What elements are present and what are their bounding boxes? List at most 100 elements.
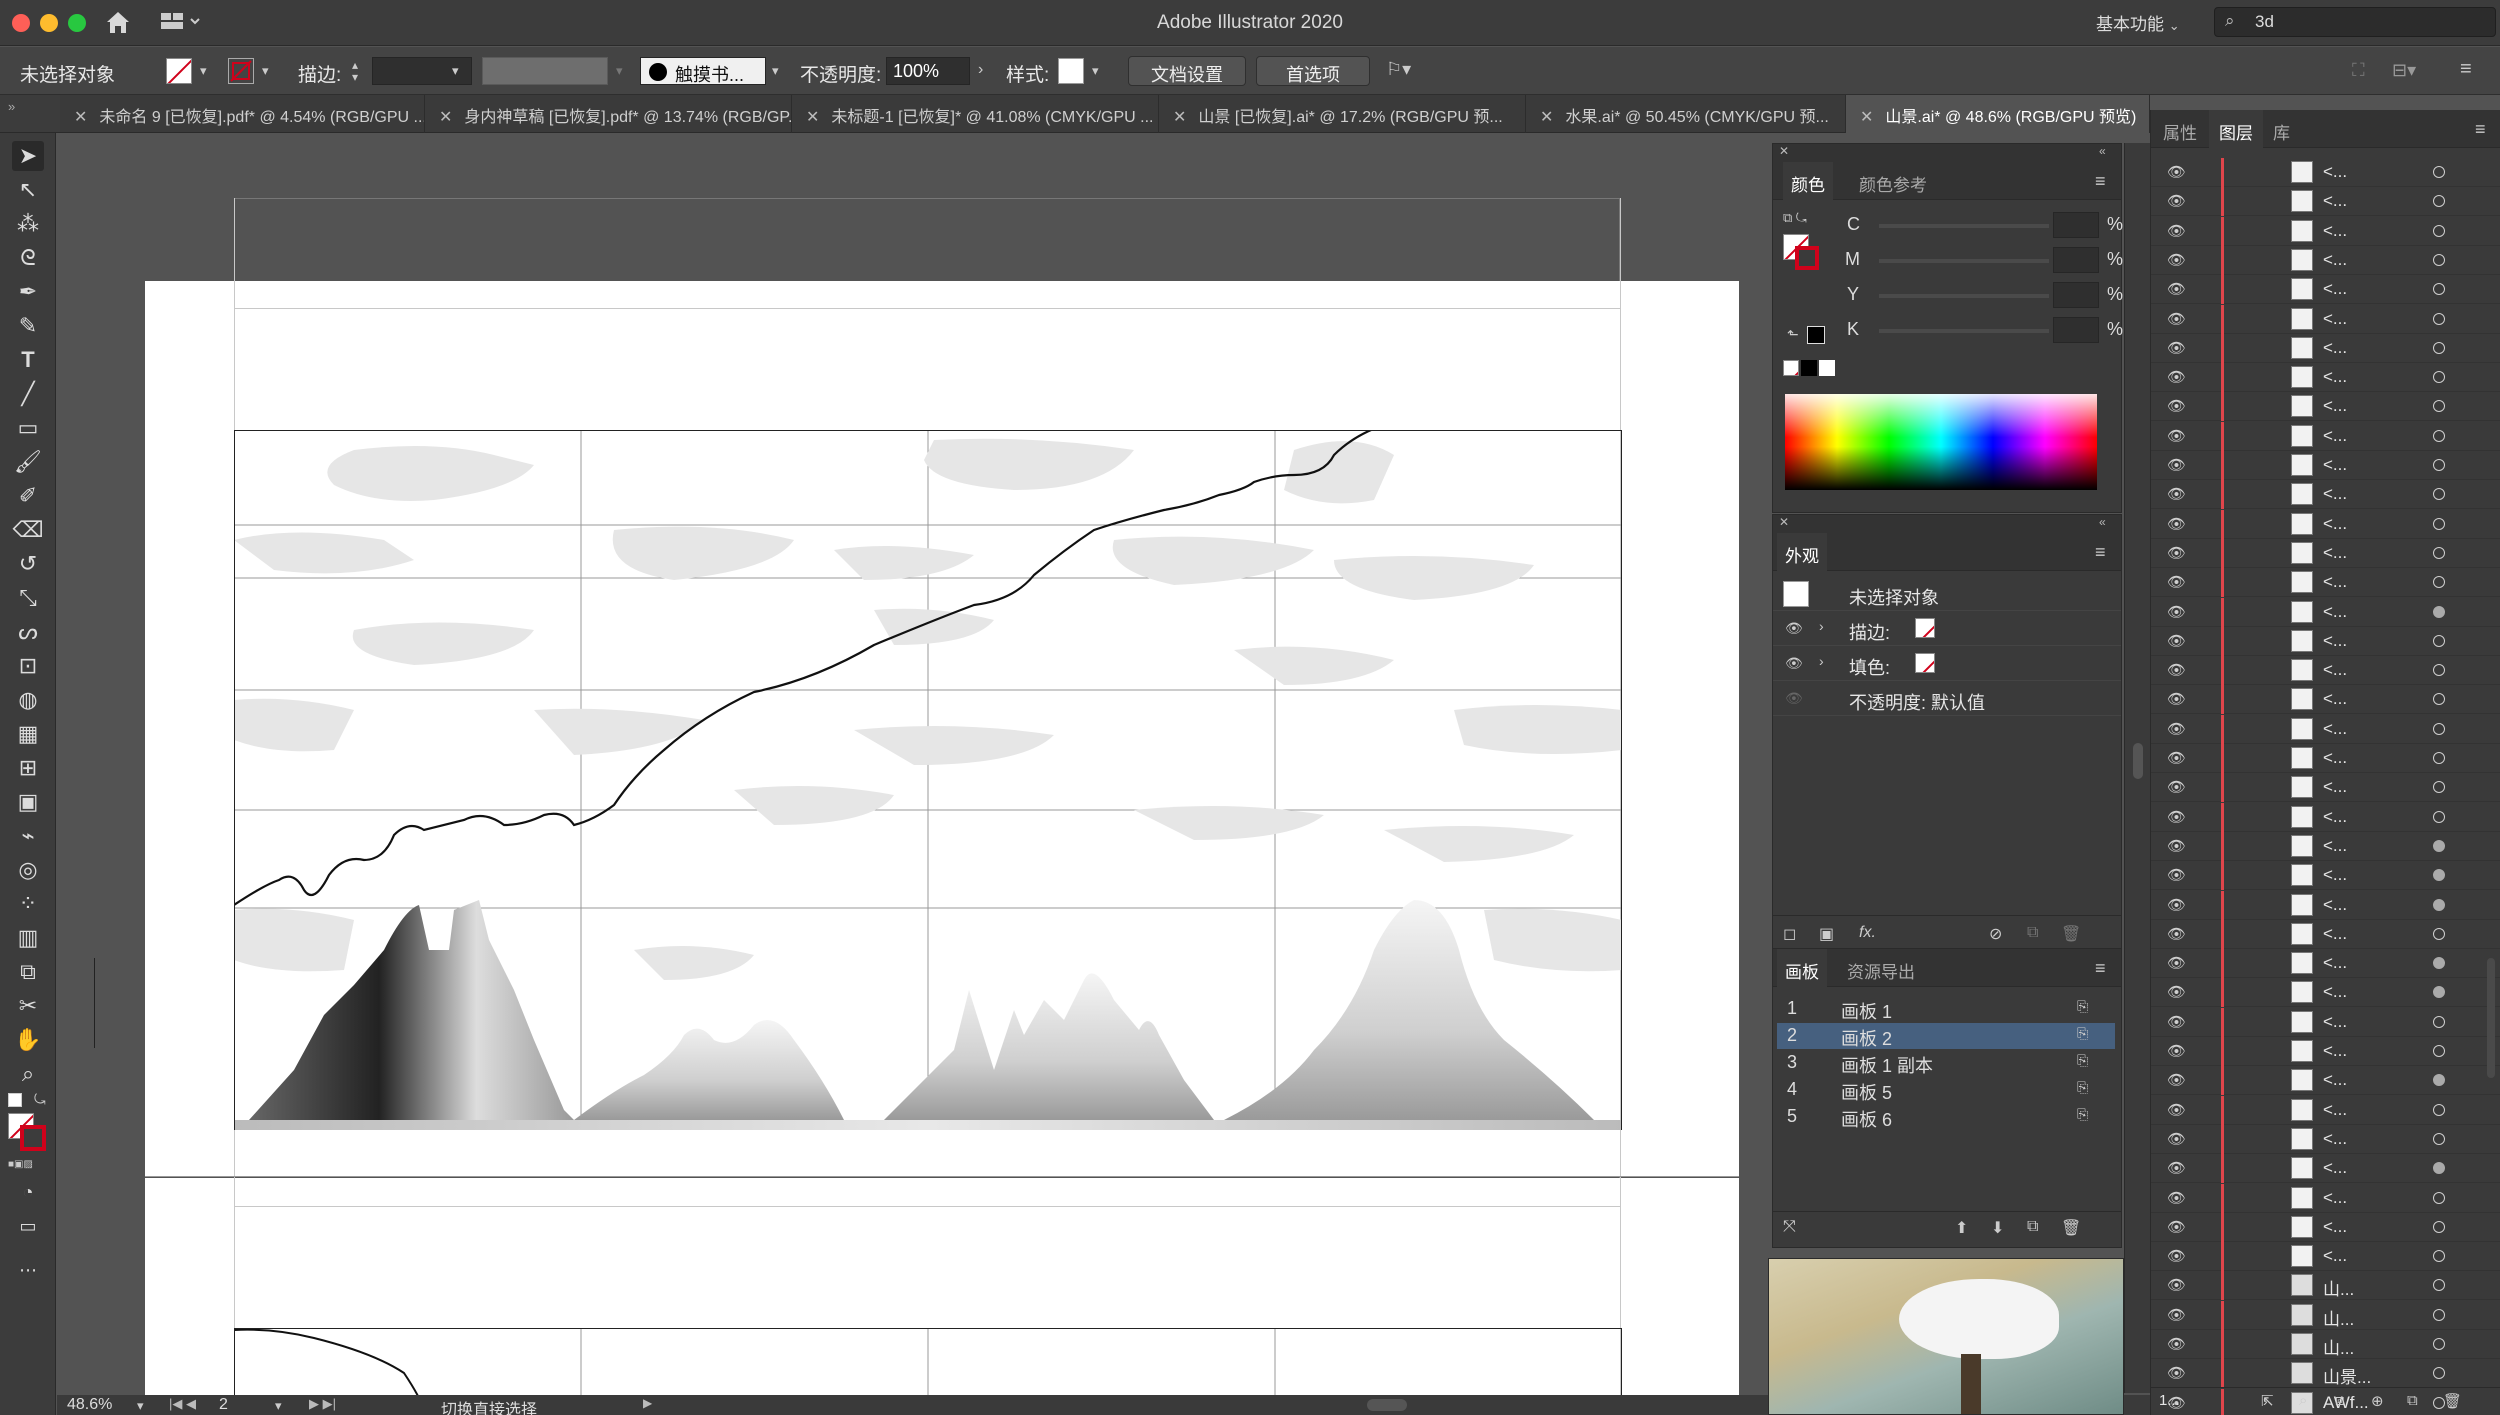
layer-name[interactable]: <...	[2323, 807, 2347, 827]
visibility-eye-icon[interactable]: 👁	[2167, 485, 2186, 503]
visibility-eye-icon[interactable]: 👁	[2167, 1276, 2186, 1294]
variable-width-profile[interactable]	[482, 57, 608, 85]
layer-row[interactable]: 👁 <...	[2151, 216, 2500, 246]
close-tab-icon[interactable]: ✕	[1540, 109, 1553, 126]
layer-name[interactable]: <...	[2323, 426, 2347, 446]
type-tool-icon[interactable]: T	[12, 345, 44, 375]
visibility-eye-icon[interactable]: 👁	[2167, 632, 2186, 650]
close-panel-icon[interactable]: ✕	[1779, 515, 1789, 529]
layer-name[interactable]: <...	[2323, 250, 2347, 270]
document-tab[interactable]: ✕ 未命名 9 [已恢复].pdf* @ 4.54% (RGB/GPU ...	[60, 95, 425, 133]
visibility-eye-icon[interactable]: 👁	[2167, 1364, 2186, 1382]
free-transform-tool-icon[interactable]: ⊡	[12, 651, 44, 681]
default-colors-icon[interactable]: ⧉ ⤿	[1783, 210, 1807, 226]
layer-row[interactable]: 👁 山...	[2151, 1330, 2500, 1359]
target-circle-icon[interactable]	[2433, 488, 2445, 501]
layer-row[interactable]: 👁 <...	[2151, 773, 2500, 803]
more-tools-icon[interactable]: ⋯	[12, 1255, 44, 1285]
layer-row[interactable]: 👁 <...	[2151, 831, 2500, 861]
layer-name[interactable]: <...	[2323, 514, 2347, 534]
scroll-thumb[interactable]	[2133, 743, 2143, 779]
target-circle-icon[interactable]	[2433, 927, 2445, 940]
visibility-eye-icon[interactable]: 👁	[2167, 1130, 2186, 1148]
tab-libraries[interactable]: 库	[2273, 110, 2290, 148]
move-up-icon[interactable]: ⬆	[1955, 1218, 1968, 1238]
locate-object-icon[interactable]: ⌕	[2299, 1392, 2307, 1409]
stroke-swatch[interactable]	[1915, 618, 1935, 638]
stroke-color-swatch[interactable]	[20, 1125, 46, 1151]
layer-row[interactable]: 👁 <...	[2151, 158, 2500, 187]
target-circle-icon[interactable]	[2433, 957, 2445, 970]
delete-artboard-icon[interactable]: 🗑	[2061, 1218, 2081, 1238]
rectangle-tool-icon[interactable]: ▭	[12, 413, 44, 443]
channel-slider-k[interactable]	[1879, 329, 2049, 333]
layer-name[interactable]: 山...	[2323, 1305, 2354, 1330]
layer-name[interactable]: <...	[2323, 309, 2347, 329]
style-swatch[interactable]	[1058, 58, 1084, 84]
target-circle-icon[interactable]	[2433, 166, 2445, 178]
double-chevron-icon[interactable]: »	[8, 99, 15, 114]
align-icon[interactable]: ⊟▾	[2392, 60, 2416, 81]
layer-name[interactable]: <...	[2323, 572, 2347, 592]
layer-name[interactable]: <...	[2323, 396, 2347, 416]
perspective-grid-tool-icon[interactable]: ▦	[12, 719, 44, 749]
target-circle-icon[interactable]	[2433, 459, 2445, 471]
layer-name[interactable]: <...	[2323, 924, 2347, 944]
target-circle-icon[interactable]	[2433, 1308, 2445, 1321]
target-circle-icon[interactable]	[2433, 517, 2445, 530]
layer-name[interactable]: <...	[2323, 1100, 2347, 1120]
lower-artwork[interactable]	[234, 1328, 1622, 1395]
layer-row[interactable]: 👁 <...	[2151, 714, 2500, 744]
visibility-eye-icon[interactable]: 👁	[2167, 954, 2186, 972]
visibility-eye-icon[interactable]: 👁	[2167, 192, 2186, 210]
visibility-eye-icon[interactable]: 👁	[1785, 655, 1803, 672]
document-tab[interactable]: ✕ 水果.ai* @ 50.45% (CMYK/GPU 预...	[1526, 95, 1846, 133]
document-tab[interactable]: ✕ 未标题-1 [已恢复]* @ 41.08% (CMYK/GPU ...	[792, 95, 1159, 133]
appearance-row-stroke[interactable]: 👁 › 描边:	[1773, 612, 2121, 646]
layer-row[interactable]: 👁 <...	[2151, 1066, 2500, 1096]
new-sublayer-icon[interactable]: ⊕	[2371, 1392, 2384, 1410]
visibility-eye-icon[interactable]: 👁	[2167, 837, 2186, 855]
layer-row[interactable]: 👁 <...	[2151, 1154, 2500, 1184]
document-setup-button[interactable]: 文档设置	[1128, 56, 1246, 86]
target-circle-icon[interactable]	[2433, 1132, 2445, 1145]
close-tab-icon[interactable]: ✕	[439, 109, 452, 126]
layers-scrollbar[interactable]	[2485, 158, 2497, 1380]
layer-row[interactable]: 👁 <...	[2151, 978, 2500, 1008]
chevron-right-icon[interactable]: ›	[978, 61, 983, 79]
visibility-eye-icon[interactable]: 👁	[2167, 163, 2186, 181]
visibility-eye-icon[interactable]: 👁	[2167, 720, 2186, 738]
scroll-thumb[interactable]	[2487, 958, 2495, 1078]
chevron-down-icon[interactable]: ▾	[275, 1398, 282, 1414]
panel-column-scrollbar[interactable]	[2124, 143, 2150, 1393]
black-swatch[interactable]	[1807, 326, 1825, 344]
appearance-row-fill[interactable]: 👁 › 填色:	[1773, 647, 2121, 681]
tab-layers[interactable]: 图层	[2209, 110, 2263, 148]
layer-name[interactable]: <...	[2323, 982, 2347, 1002]
visibility-eye-icon[interactable]: 👁	[2167, 896, 2186, 914]
layer-name[interactable]: <...	[2323, 455, 2347, 475]
add-effect-button[interactable]: fx.	[1859, 924, 1876, 942]
layer-name[interactable]: <...	[2323, 748, 2347, 768]
close-tab-icon[interactable]: ✕	[806, 109, 819, 126]
visibility-eye-icon[interactable]: 👁	[2167, 1159, 2186, 1177]
target-circle-icon[interactable]	[2433, 341, 2445, 354]
visibility-eye-icon[interactable]: 👁	[2167, 397, 2186, 415]
scale-tool-icon[interactable]: ⤡	[12, 583, 44, 613]
target-circle-icon[interactable]	[2433, 986, 2445, 999]
magic-wand-tool-icon[interactable]: ⁂	[12, 209, 44, 239]
tab-properties[interactable]: 属性	[2163, 110, 2197, 148]
layer-row[interactable]: 👁 <...	[2151, 304, 2500, 334]
visibility-eye-icon[interactable]: 👁	[2167, 1189, 2186, 1207]
visibility-eye-icon[interactable]: 👁	[2167, 1247, 2186, 1265]
target-circle-icon[interactable]	[2433, 1103, 2445, 1116]
visibility-eye-icon[interactable]: 👁	[2167, 1101, 2186, 1119]
visibility-eye-icon[interactable]: 👁	[2167, 1013, 2186, 1031]
layer-name[interactable]: <...	[2323, 1188, 2347, 1208]
layer-name[interactable]: <...	[2323, 689, 2347, 709]
tab-artboards[interactable]: 画板	[1777, 949, 1827, 987]
target-circle-icon[interactable]	[2433, 546, 2445, 559]
layer-name[interactable]: <...	[2323, 543, 2347, 563]
visibility-eye-icon[interactable]: 👁	[2167, 515, 2186, 533]
none-swatch[interactable]	[1783, 360, 1799, 376]
